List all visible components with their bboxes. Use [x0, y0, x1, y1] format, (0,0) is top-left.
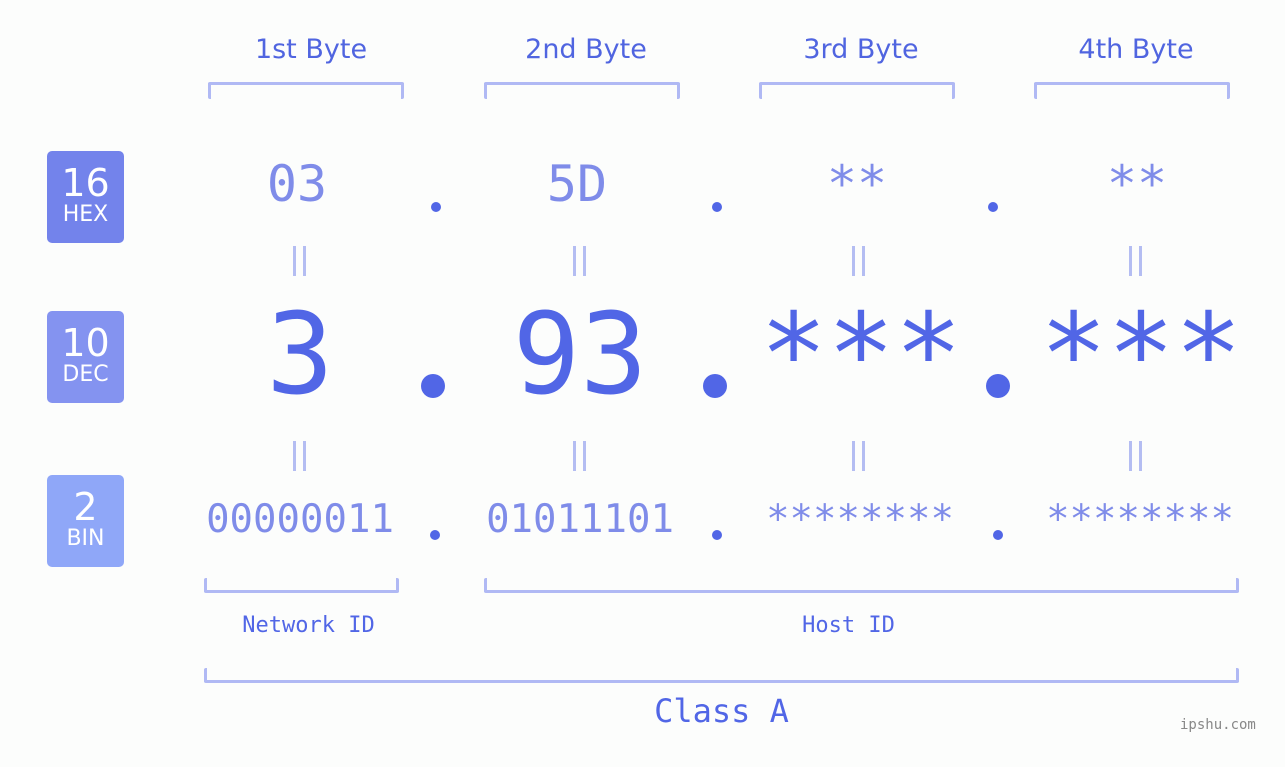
byte-bracket-2: [484, 82, 680, 99]
network-id-label: Network ID: [242, 613, 375, 638]
hex-dot-1: [431, 202, 441, 212]
hex-dot-3: [988, 202, 998, 212]
dec-badge-base: 10: [61, 321, 110, 365]
column-header-3: 3rd Byte: [803, 34, 919, 65]
column-header-4: 4th Byte: [1078, 34, 1194, 65]
hex-badge-unit: HEX: [62, 202, 109, 227]
dec-badge-unit: DEC: [62, 362, 109, 387]
dec-byte-2: 93: [512, 290, 648, 420]
equals-icon: [291, 246, 307, 276]
bin-byte-4: ********: [1046, 497, 1234, 542]
bin-byte-1: 00000011: [206, 497, 394, 542]
hex-byte-2: 5D: [546, 155, 608, 213]
byte-bracket-4: [1034, 82, 1230, 99]
dec-byte-3: ***: [759, 290, 963, 420]
column-header-1: 1st Byte: [254, 34, 368, 65]
column-header-2: 2nd Byte: [525, 34, 647, 65]
equals-icon: [1127, 246, 1143, 276]
host-id-bracket: [484, 578, 1239, 593]
watermark: ipshu.com: [1180, 717, 1256, 733]
bin-badge: 2 BIN: [47, 475, 124, 567]
bin-byte-2: 01011101: [486, 497, 674, 542]
dec-byte-1: 3: [266, 290, 334, 420]
equals-icon: [850, 246, 866, 276]
hex-badge: 16 HEX: [47, 151, 124, 243]
dec-badge: 10 DEC: [47, 311, 124, 403]
equals-icon: [1127, 441, 1143, 471]
dec-byte-4: ***: [1039, 290, 1243, 420]
dec-dot-2: [703, 374, 727, 398]
equals-icon: [291, 441, 307, 471]
hex-byte-1: 03: [266, 155, 328, 213]
dec-dot-1: [421, 374, 445, 398]
bin-dot-3: [993, 530, 1003, 540]
bin-badge-base: 2: [73, 485, 98, 529]
host-id-label: Host ID: [802, 613, 895, 638]
bin-dot-1: [430, 530, 440, 540]
byte-bracket-1: [208, 82, 404, 99]
equals-icon: [571, 441, 587, 471]
network-id-bracket: [204, 578, 399, 593]
class-bracket: [204, 668, 1239, 683]
dec-dot-3: [986, 374, 1010, 398]
equals-icon: [850, 441, 866, 471]
bin-byte-3: ********: [766, 497, 954, 542]
byte-bracket-3: [759, 82, 955, 99]
hex-badge-base: 16: [61, 161, 110, 205]
hex-byte-3: **: [826, 155, 888, 213]
equals-icon: [571, 246, 587, 276]
bin-badge-unit: BIN: [66, 526, 105, 551]
hex-dot-2: [712, 202, 722, 212]
class-label: Class A: [654, 692, 789, 730]
bin-dot-2: [712, 530, 722, 540]
hex-byte-4: **: [1106, 155, 1168, 213]
